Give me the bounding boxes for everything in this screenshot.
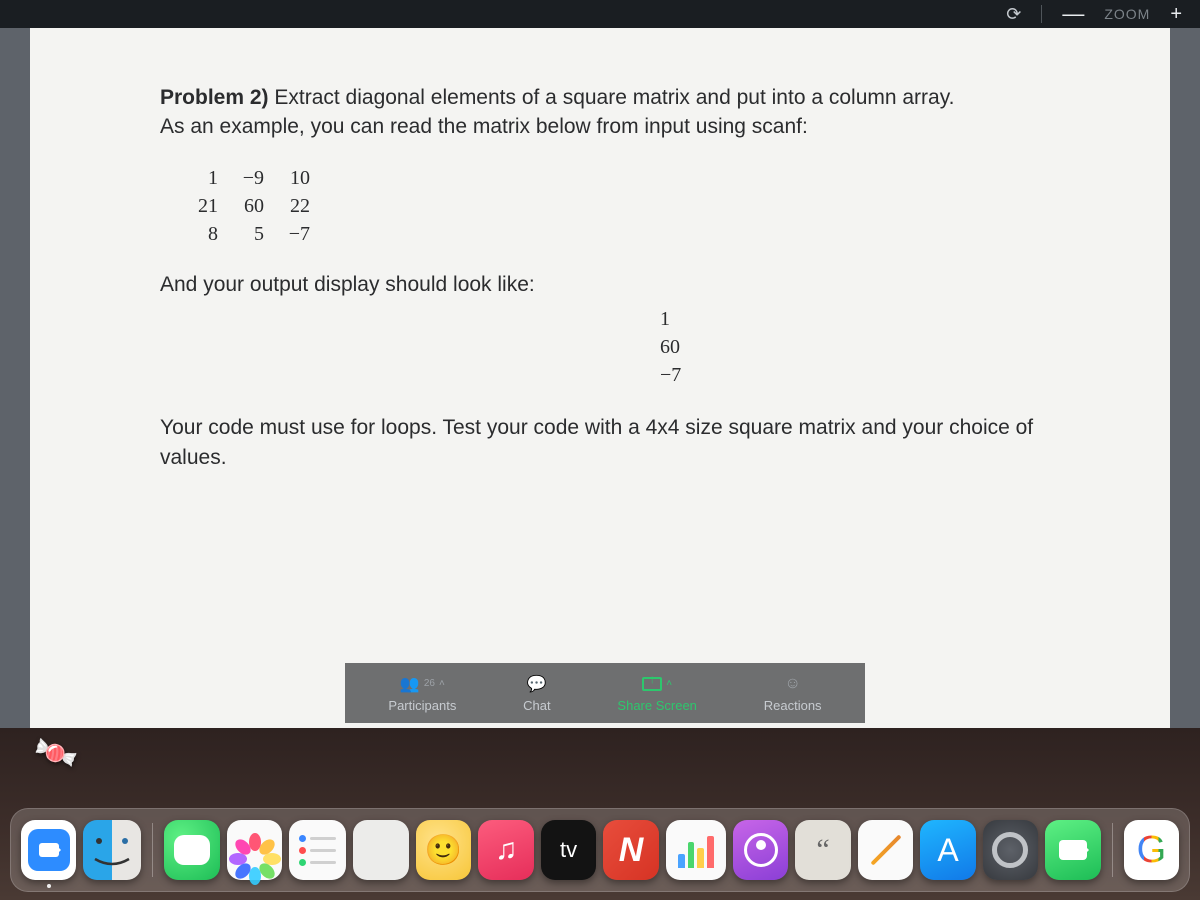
dock-app-pages[interactable] bbox=[858, 820, 913, 880]
problem-text-2: As an example, you can read the matrix b… bbox=[160, 112, 1040, 141]
table-row: 1 −9 10 bbox=[178, 164, 1040, 192]
tv-label: tv bbox=[560, 837, 577, 863]
participants-label: Participants bbox=[388, 698, 456, 713]
share-screen-label: Share Screen bbox=[617, 698, 697, 713]
face-icon: 🙂 bbox=[425, 833, 462, 868]
window-top-bar: ⟳ — ZOOM + bbox=[0, 0, 1200, 28]
matrix-cell: −9 bbox=[224, 164, 270, 192]
reactions-label: Reactions bbox=[764, 698, 822, 713]
reactions-button[interactable]: ☺ Reactions bbox=[764, 674, 822, 713]
dock-separator bbox=[1112, 823, 1113, 877]
zoom-label: ZOOM bbox=[1104, 6, 1150, 22]
chat-icon: 💬 bbox=[527, 674, 547, 694]
dock-app-music[interactable]: ♫ bbox=[478, 820, 533, 880]
example-matrix: 1 −9 10 21 60 22 8 5 −7 bbox=[178, 164, 1040, 248]
dock-app-tv[interactable]: tv bbox=[541, 820, 596, 880]
document-page: Problem 2) Extract diagonal elements of … bbox=[30, 28, 1170, 728]
matrix-cell: 5 bbox=[224, 220, 270, 248]
matrix-cell: 22 bbox=[270, 192, 316, 220]
output-cell: −7 bbox=[660, 361, 1040, 389]
appstore-icon: A bbox=[937, 832, 958, 869]
quote-icon: “ bbox=[816, 833, 829, 867]
share-screen-icon: ↑ bbox=[642, 677, 662, 691]
dock-app-google[interactable]: G bbox=[1124, 820, 1179, 880]
gear-icon bbox=[992, 832, 1028, 868]
g-label: G bbox=[1137, 829, 1167, 872]
smile-icon: ☺ bbox=[784, 675, 800, 693]
separator bbox=[1041, 5, 1042, 23]
output-column: 1 60 −7 bbox=[660, 305, 1040, 389]
dock-app-settings[interactable] bbox=[983, 820, 1038, 880]
dock-app-memoji[interactable]: 🙂 bbox=[416, 820, 471, 880]
problem-heading-line: Problem 2) Extract diagonal elements of … bbox=[160, 83, 1040, 112]
dock-separator bbox=[152, 823, 153, 877]
chat-label: Chat bbox=[523, 698, 550, 713]
matrix-cell: 21 bbox=[178, 192, 224, 220]
n-label: N bbox=[619, 831, 644, 870]
matrix-cell: −7 bbox=[270, 220, 316, 248]
zoom-meeting-toolbar: 👥 26 ˄ Participants 💬 Chat ↑ ˄ Share Scr… bbox=[345, 663, 865, 723]
participants-button[interactable]: 👥 26 ˄ Participants bbox=[388, 674, 456, 713]
table-row: 21 60 22 bbox=[178, 192, 1040, 220]
dock-app-podcasts[interactable] bbox=[733, 820, 788, 880]
camera-icon bbox=[1059, 840, 1087, 860]
dock-app-reminders[interactable] bbox=[289, 820, 346, 880]
problem-requirement: Your code must use for loops. Test your … bbox=[160, 413, 1040, 472]
table-row: 8 5 −7 bbox=[178, 220, 1040, 248]
pen-icon bbox=[870, 834, 901, 865]
output-cell: 1 bbox=[660, 305, 1040, 333]
matrix-cell: 60 bbox=[224, 192, 270, 220]
participants-count: 26 bbox=[424, 678, 435, 689]
dock-app-finder[interactable] bbox=[83, 820, 141, 880]
share-screen-button[interactable]: ↑ ˄ Share Screen bbox=[617, 674, 697, 713]
matrix-cell: 10 bbox=[270, 164, 316, 192]
screen-share-viewport: Problem 2) Extract diagonal elements of … bbox=[0, 28, 1200, 728]
macos-dock: 🙂 ♫ tv N “ A G bbox=[10, 808, 1190, 892]
candy-icon: 🍬 bbox=[29, 727, 82, 779]
dock-app-photos[interactable] bbox=[227, 820, 282, 880]
zoom-in-button[interactable]: + bbox=[1170, 3, 1182, 26]
dock-app-zoom[interactable] bbox=[21, 820, 76, 880]
chat-button[interactable]: 💬 Chat bbox=[523, 674, 550, 713]
problem-title: Problem 2) bbox=[160, 86, 269, 109]
output-intro: And your output display should look like… bbox=[160, 270, 1040, 299]
music-note-icon: ♫ bbox=[495, 833, 518, 867]
desktop-wallpaper: 🍬 🙂 bbox=[0, 728, 1200, 900]
problem-text-1: Extract diagonal elements of a square ma… bbox=[269, 86, 955, 109]
dock-app-quote[interactable]: “ bbox=[795, 820, 850, 880]
dock-app-messages[interactable] bbox=[164, 820, 219, 880]
participants-icon: 👥 bbox=[400, 674, 420, 694]
output-cell: 60 bbox=[660, 333, 1040, 361]
matrix-cell: 8 bbox=[178, 220, 224, 248]
zoom-out-button[interactable]: — bbox=[1062, 1, 1084, 27]
chevron-up-icon: ˄ bbox=[439, 678, 445, 689]
dock-app-appstore[interactable]: A bbox=[920, 820, 975, 880]
podcast-icon bbox=[744, 833, 778, 867]
chevron-up-icon: ˄ bbox=[666, 678, 672, 689]
matrix-cell: 1 bbox=[178, 164, 224, 192]
dock-app-facetime[interactable] bbox=[1045, 820, 1100, 880]
refresh-icon[interactable]: ⟳ bbox=[1006, 4, 1021, 25]
dock-app-unknown[interactable] bbox=[353, 820, 408, 880]
dock-app-numbers[interactable] bbox=[666, 820, 726, 880]
dock-app-n[interactable]: N bbox=[603, 820, 658, 880]
